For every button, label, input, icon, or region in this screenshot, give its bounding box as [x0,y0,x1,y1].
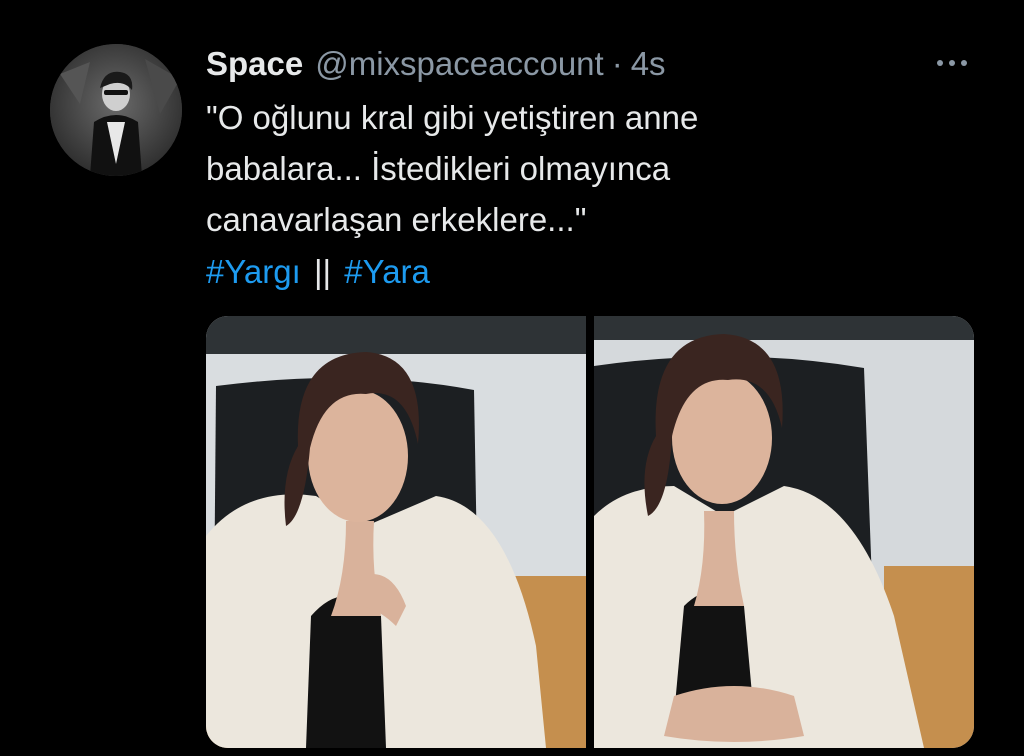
timestamp[interactable]: 4s [631,42,666,86]
avatar-image [50,44,182,176]
media-photo-2[interactable] [594,316,974,748]
author-name[interactable]: Space [206,42,303,86]
more-dot [961,60,967,66]
tweet[interactable]: Space @mixspaceaccount · 4s "O oğlunu kr… [0,0,1024,756]
tweet-text-line: canavarlaşan erkeklere..." [206,201,587,238]
photo-woman-office-1 [206,316,586,748]
hashtag-line: #Yargı || #Yara [206,246,430,297]
tweet-text-line: "O oğlunu kral gibi yetiştiren anne [206,99,699,136]
photo-woman-office-2 [594,316,974,748]
author-handle[interactable]: @mixspaceaccount [315,42,603,86]
more-dot [949,60,955,66]
hashtag-link[interactable]: #Yargı [206,253,301,290]
media-grid [206,316,974,748]
hashtag-link[interactable]: #Yara [344,253,430,290]
tweet-text: "O oğlunu kral gibi yetiştiren anne baba… [206,92,906,245]
avatar[interactable] [50,44,182,176]
tweet-header: Space @mixspaceaccount · 4s [206,42,666,86]
separator-dot: · [611,45,623,82]
media-photo-1[interactable] [206,316,586,748]
more-horizontal-icon[interactable] [926,46,978,80]
hashtag-separator: || [313,253,332,290]
more-dot [937,60,943,66]
tweet-text-line: babalara... İstedikleri olmayınca [206,150,671,187]
